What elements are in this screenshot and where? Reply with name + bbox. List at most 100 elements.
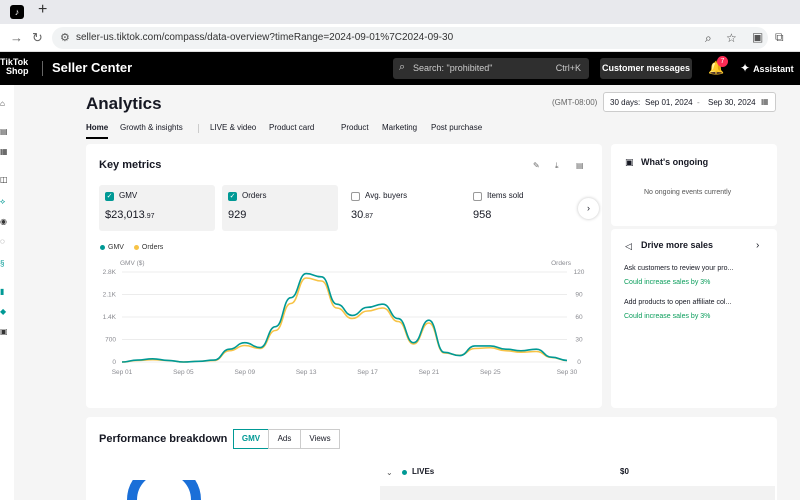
live-nav-icon[interactable]: ◉ <box>0 217 7 226</box>
new-tab-button[interactable]: + <box>38 1 47 19</box>
home-nav-icon[interactable]: ⌂ <box>0 99 5 108</box>
orders-legend-dot <box>133 244 139 250</box>
app-header: TikTok Shop Seller Center ⌕ Search: "pro… <box>0 52 800 85</box>
key-metrics-title: Key metrics <box>99 159 162 171</box>
settings-nav-icon[interactable]: ▣ <box>0 327 8 336</box>
x-tick-label: Sep 21 <box>419 369 440 376</box>
x-tick-label: Sep 17 <box>357 369 378 376</box>
ongoing-icon: ▣ <box>625 157 634 167</box>
tab-gmv[interactable]: GMV <box>233 429 269 449</box>
global-search-input[interactable]: ⌕ Search: "prohibited" Ctrl+K <box>393 58 589 79</box>
x-tick-label: Sep 01 <box>112 369 133 376</box>
tab-marketing[interactable]: Marketing <box>382 123 417 132</box>
browser-tab-bar: ♪ + <box>0 0 800 24</box>
megaphone-icon: ◁ <box>625 241 632 251</box>
marketing-nav-icon[interactable]: ◫ <box>0 175 8 184</box>
right-tick-label: 60 <box>575 314 583 321</box>
avg-buyers-value: 30.87 <box>351 209 373 221</box>
reading-list-icon[interactable]: ▣ <box>752 30 763 44</box>
browser-address-bar: → ↻ ⚙ seller-us.tiktok.com/compass/data-… <box>0 24 800 52</box>
tab-growth-insights[interactable]: Growth & insights <box>120 123 183 132</box>
tab-product-card[interactable]: Product card <box>269 123 314 132</box>
metric-items-sold[interactable]: Items sold 958 <box>467 185 583 231</box>
drive-sales-title[interactable]: Drive more sales <box>641 240 713 250</box>
site-info-icon[interactable]: ⚙ <box>60 31 70 44</box>
left-tick-label: 700 <box>105 337 116 344</box>
lives-row-value: $0 <box>620 467 629 476</box>
metric-avg-buyers[interactable]: Avg. buyers 30.87 <box>345 185 461 231</box>
orders-checkbox[interactable]: ✓ <box>228 192 237 201</box>
right-axis-label: Orders <box>551 260 572 267</box>
x-tick-label: Sep 09 <box>234 369 255 376</box>
right-tick-label: 90 <box>575 292 583 299</box>
tiktok-favicon-icon[interactable]: ♪ <box>10 5 24 19</box>
chevron-right-icon: › <box>587 203 590 213</box>
shop-nav-icon[interactable]: ◆ <box>0 307 6 316</box>
calendar-icon: ▦ <box>761 97 769 106</box>
lives-row-label[interactable]: LIVEs <box>412 467 434 476</box>
extensions-icon[interactable]: ⧉ <box>775 30 784 45</box>
left-tick-label: 2.8K <box>103 269 117 276</box>
tab-product[interactable]: Product <box>341 123 369 132</box>
left-tick-label: 2.1K <box>103 292 117 299</box>
left-sidebar: ⌂ ▤ ▦ ◫ ⟡ ◉ ◌ § ▮ ◆ ▣ <box>0 85 14 500</box>
seller-center-title: Seller Center <box>52 60 133 75</box>
metrics-next-button[interactable]: › <box>578 198 599 219</box>
orders-nav-icon[interactable]: ▤ <box>0 127 8 136</box>
gmv-checkbox[interactable]: ✓ <box>105 192 114 201</box>
performance-title: Performance breakdown <box>99 433 228 445</box>
download-icon[interactable]: ⤓ <box>555 161 559 171</box>
gmv-series-line <box>121 272 568 363</box>
tab-post-purchase[interactable]: Post purchase <box>431 123 482 132</box>
tab-views[interactable]: Views <box>300 429 340 449</box>
chevron-down-icon[interactable]: ⌄ <box>386 468 393 477</box>
affiliate-nav-icon[interactable]: ⟡ <box>0 197 5 207</box>
finance-nav-icon[interactable]: ◌ <box>0 237 5 246</box>
tiktok-shop-logo[interactable]: TikTok Shop <box>0 58 29 76</box>
tab-ads[interactable]: Ads <box>268 429 301 449</box>
x-tick-label: Sep 30 <box>557 369 578 376</box>
products-nav-icon[interactable]: ▦ <box>0 147 8 156</box>
analytics-nav-icon[interactable]: ▮ <box>0 287 4 296</box>
search-placeholder: Search: "prohibited" <box>413 63 493 73</box>
items-sold-checkbox[interactable] <box>473 192 482 201</box>
x-tick-label: Sep 25 <box>480 369 501 376</box>
metric-gmv[interactable]: ✓ GMV $23,013.97 <box>99 185 215 231</box>
left-tick-label: 1.4K <box>103 314 117 321</box>
search-icon: ⌕ <box>399 61 406 73</box>
date-range-picker[interactable]: 30 days: Sep 01, 2024 - Sep 30, 2024 ▦ <box>603 92 776 112</box>
notification-badge: 7 <box>717 56 728 67</box>
tab-separator <box>198 124 199 133</box>
lives-dot <box>402 470 407 475</box>
growth-nav-icon[interactable]: § <box>0 259 4 268</box>
no-events-text: No ongoing events currently <box>644 189 732 196</box>
right-tick-label: 0 <box>577 359 581 366</box>
active-tab-indicator <box>86 137 108 139</box>
metric-orders[interactable]: ✓ Orders 929 <box>222 185 338 231</box>
suggestion-title[interactable]: Add products to open affiliate col... <box>624 299 731 306</box>
reload-icon[interactable]: ↻ <box>32 30 43 46</box>
x-tick-label: Sep 05 <box>173 369 194 376</box>
tab-live-video[interactable]: LIVE & video <box>210 123 256 132</box>
left-tick-label: 0 <box>112 359 116 366</box>
gmv-value: $23,013.97 <box>105 209 155 221</box>
chart-legend: GMV Orders <box>100 244 163 251</box>
tab-home[interactable]: Home <box>86 123 108 132</box>
avg-buyers-checkbox[interactable] <box>351 192 360 201</box>
assistant-button[interactable]: ✦ Assistant <box>740 61 794 75</box>
zoom-icon[interactable]: ⌕ <box>705 31 712 46</box>
report-icon[interactable]: ▤ <box>576 161 584 170</box>
logo-divider <box>42 61 43 76</box>
url-field[interactable]: ⚙ seller-us.tiktok.com/compass/data-over… <box>52 27 768 49</box>
forward-icon[interactable]: → <box>10 30 23 45</box>
suggestion-impact: Could increase sales by 3% <box>624 279 711 286</box>
edit-icon[interactable]: ✎ <box>533 161 540 170</box>
chevron-right-icon[interactable]: › <box>756 240 759 251</box>
suggestion-title[interactable]: Ask customers to review your pro... <box>624 265 733 272</box>
gmv-orders-line-chart: GMV ($) Orders 0 0 700 30 1.4K 60 2.1K 90 2.8K 120 S… <box>103 260 585 376</box>
bookmark-star-icon[interactable]: ☆ <box>726 31 737 45</box>
customer-messages-button[interactable]: Customer messages <box>600 58 692 79</box>
left-axis-label: GMV ($) <box>120 260 145 267</box>
items-sold-value: 958 <box>473 209 492 221</box>
orders-series-line <box>121 277 568 363</box>
